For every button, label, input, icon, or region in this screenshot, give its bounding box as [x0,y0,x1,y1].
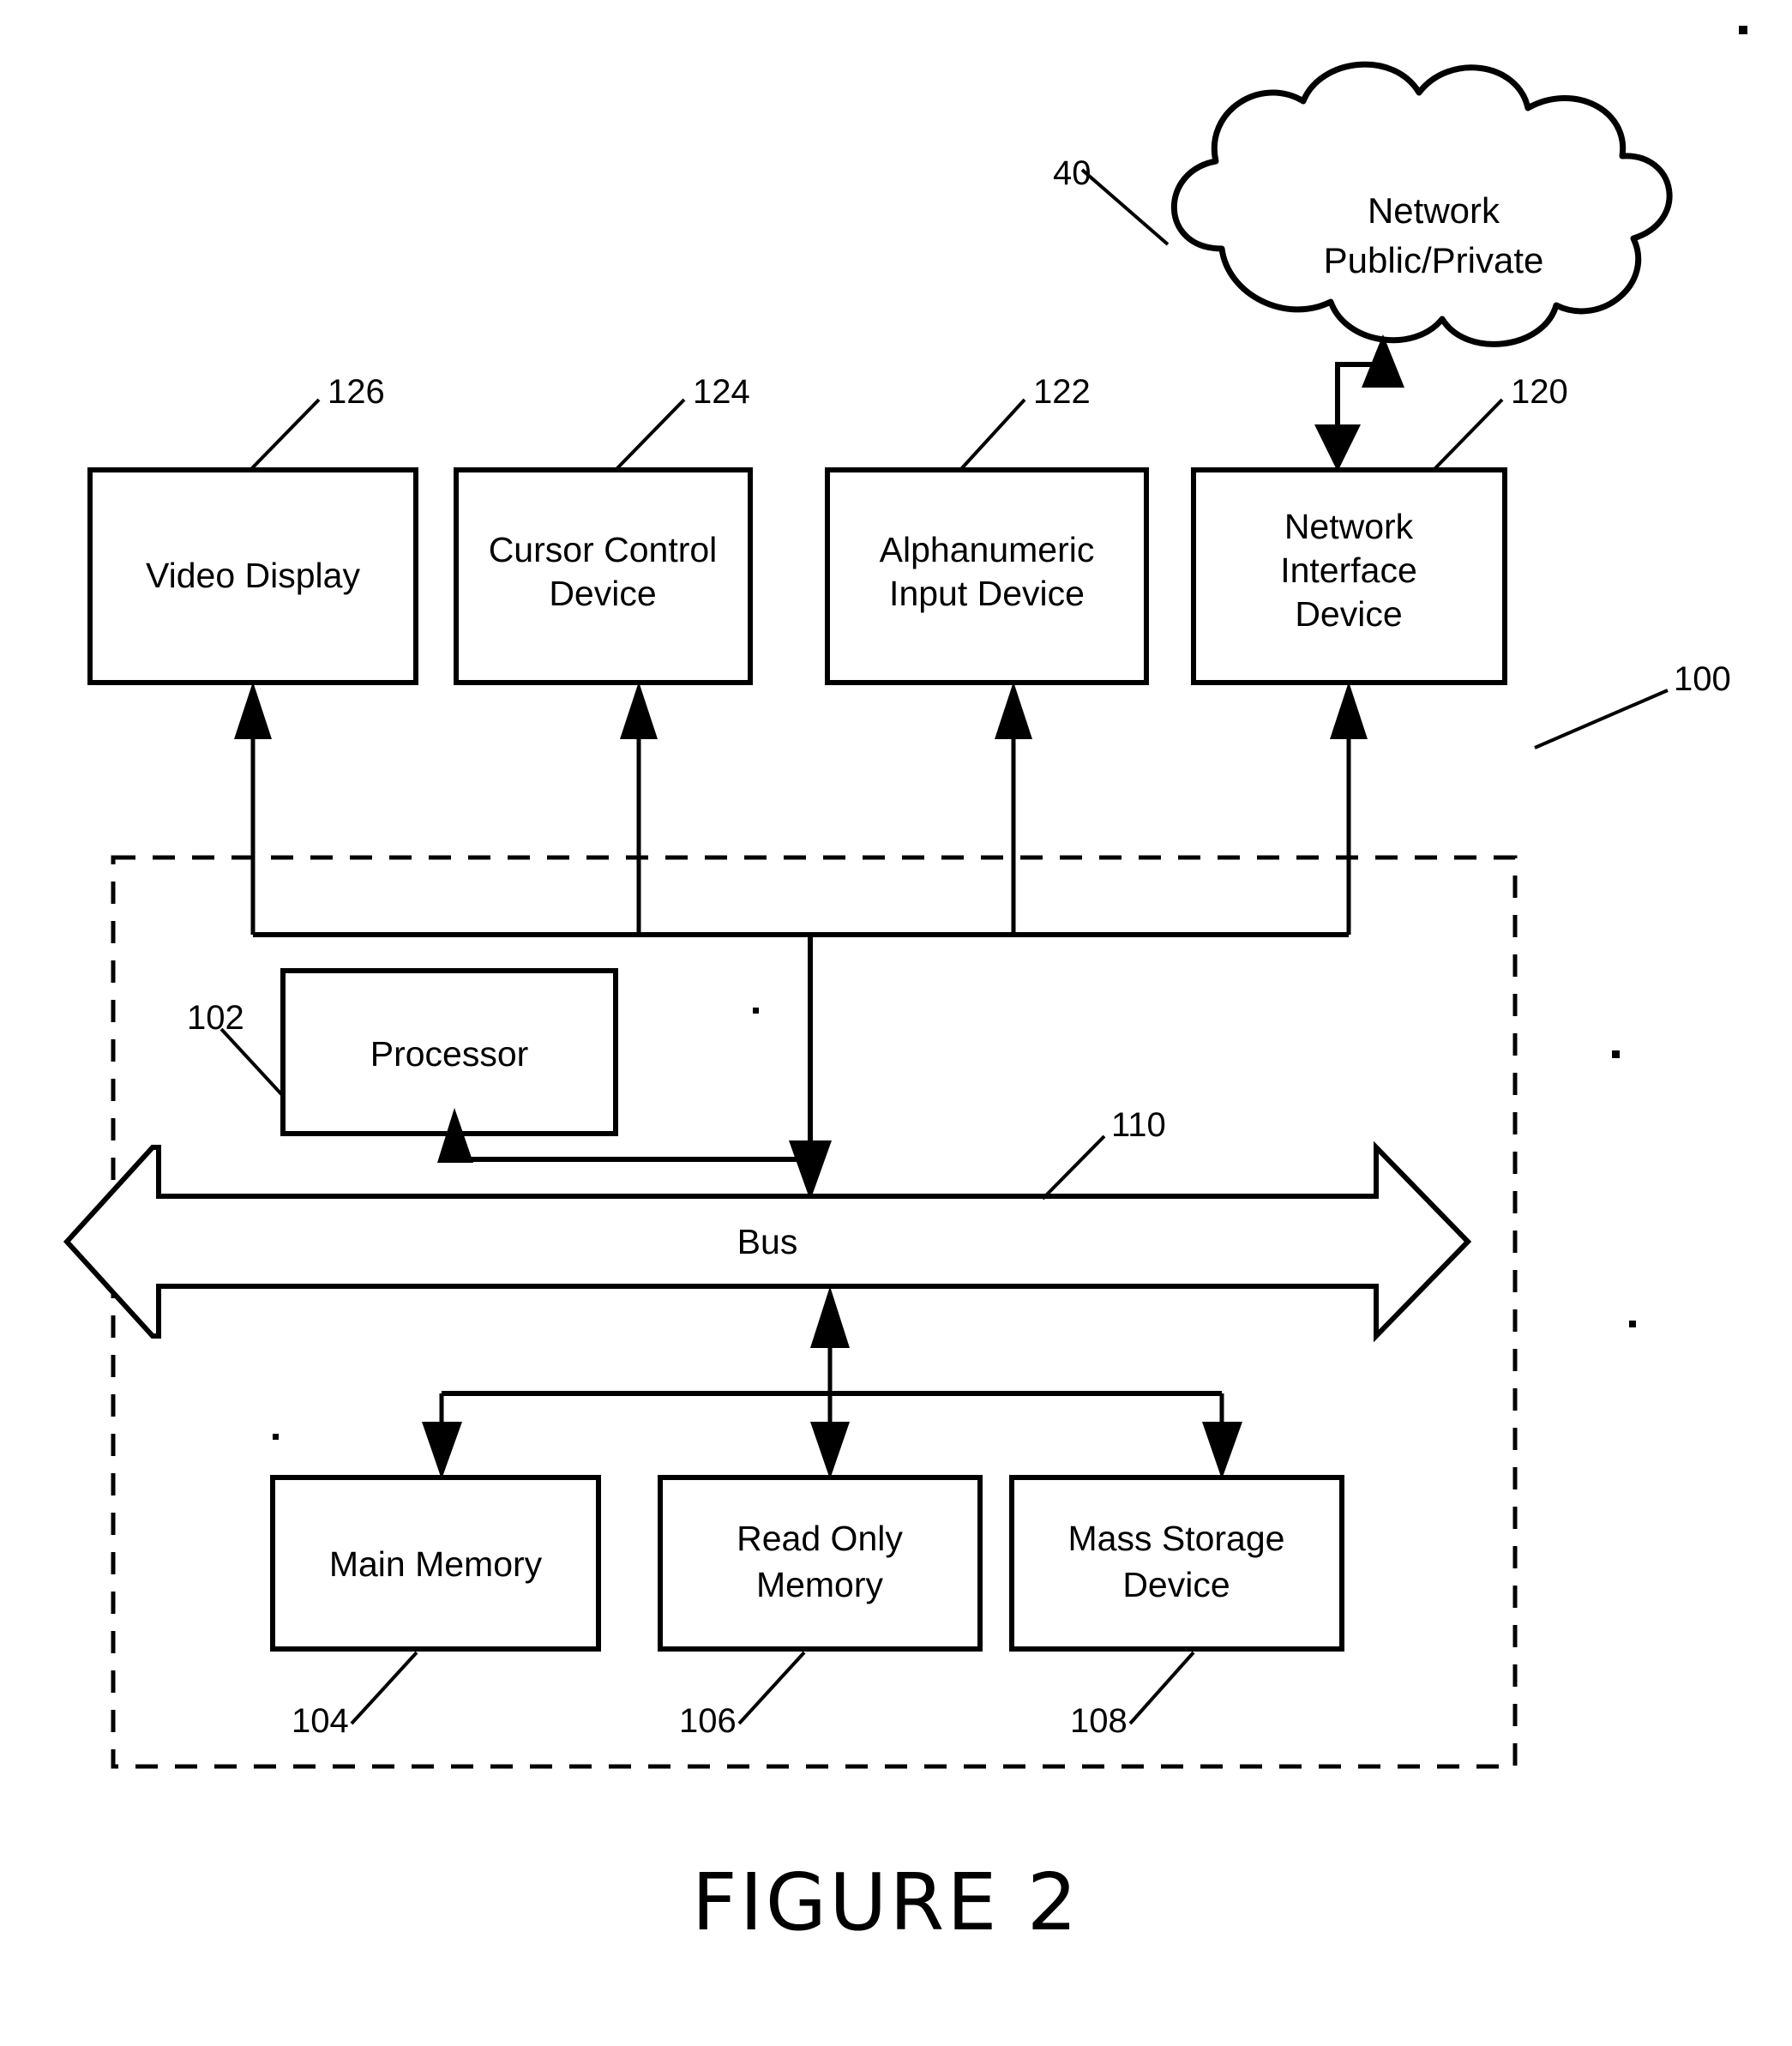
box-processor[interactable]: Processor [280,968,618,1136]
box-main-memory[interactable]: Main Memory [270,1475,601,1652]
network-interface-label-line1: Network [1284,507,1414,546]
network-interface-ref-number: 120 [1511,373,1568,411]
arrow-down-into-bus [789,1140,832,1201]
network-interface-label-line3: Device [1295,594,1402,634]
arrow-down-to-read-only-memory [810,1422,850,1479]
scan-speck [1629,1321,1636,1327]
box-network-interface-device[interactable]: Network Interface Device [1191,467,1507,685]
scan-speck [1739,26,1747,34]
system-bus: Bus [63,1140,1472,1343]
alphanumeric-ref-number: 122 [1033,373,1091,411]
network-cloud-group: Network Public/Private 40 [1053,61,1673,347]
system-ref-number: 100 [1674,660,1731,698]
arrow-to-alphanumeric-input [995,682,1032,739]
cursor-control-label-line2: Device [549,574,656,613]
ref-106-group: 106 [679,1651,806,1740]
network-interface-label-line2: Interface [1280,551,1417,590]
mass-storage-ref-number: 108 [1070,1702,1128,1740]
computer-system-block-diagram: Network Public/Private 40 Video Display … [63,26,1747,1948]
ref-120-group: 120 [1432,373,1568,472]
box-read-only-memory[interactable]: Read Only Memory [658,1475,983,1652]
bus-label: Bus [737,1222,798,1261]
box-video-display[interactable]: Video Display [87,467,418,685]
arrow-up-into-bus-from-memory [810,1286,850,1348]
bus-ref-number: 110 [1111,1106,1166,1144]
processor-label: Processor [370,1034,529,1074]
alphanumeric-label-line2: Input Device [889,574,1085,613]
cursor-control-ref-number: 124 [693,373,750,411]
ref-126-group: 126 [249,373,385,472]
system-ref-group: 100 [1534,660,1731,749]
ref-124-group: 124 [614,373,750,472]
box-mass-storage-device[interactable]: Mass Storage Device [1009,1475,1344,1652]
cloud-ref-number: 40 [1053,154,1091,192]
cloud-label-line1: Network [1368,190,1500,231]
arrow-to-network-interface-device [1330,682,1368,739]
memory-distribution-wiring [422,1286,1242,1479]
arrow-down-to-main-memory [422,1422,462,1479]
network-link-connector [1314,334,1404,472]
scan-speck [1612,1050,1620,1058]
video-display-label-line1: Video Display [146,556,360,595]
ref-122-group: 122 [959,373,1091,472]
read-only-memory-ref-number: 106 [679,1702,737,1740]
figure-caption: FIGURE 2 [692,1856,1080,1948]
processor-ref-number: 102 [187,999,244,1037]
mass-storage-label-line1: Mass Storage [1068,1519,1285,1558]
cloud-label-line2: Public/Private [1324,240,1544,280]
read-only-memory-label-line2: Memory [756,1565,884,1604]
mass-storage-label-line2: Device [1122,1565,1230,1604]
arrow-to-video-display [234,682,272,739]
arrow-to-cursor-control [620,682,658,739]
ref-102-group: 102 [187,999,285,1098]
arrow-down-to-mass-storage-device [1202,1422,1242,1479]
box-alphanumeric-input-device[interactable]: Alphanumeric Input Device [825,467,1149,685]
read-only-memory-label-line1: Read Only [737,1519,903,1558]
ref-104-group: 104 [292,1651,418,1740]
alphanumeric-label-line1: Alphanumeric [880,530,1095,569]
cloud-ref-leader [1080,168,1170,246]
peripheral-uplink-arrows [234,682,1368,937]
main-memory-label-line1: Main Memory [329,1544,543,1584]
patent-figure-page: Network Public/Private 40 Video Display … [0,0,1792,2046]
scan-speck [753,1008,759,1014]
box-cursor-control-device[interactable]: Cursor Control Device [454,467,753,685]
ref-108-group: 108 [1070,1651,1195,1740]
arrow-down-to-network-interface [1314,424,1361,472]
ref-110-group: 110 [1041,1106,1166,1201]
main-memory-ref-number: 104 [292,1702,349,1740]
scan-speck [273,1434,279,1440]
video-display-ref-number: 126 [328,373,385,411]
cursor-control-label-line1: Cursor Control [489,530,718,569]
